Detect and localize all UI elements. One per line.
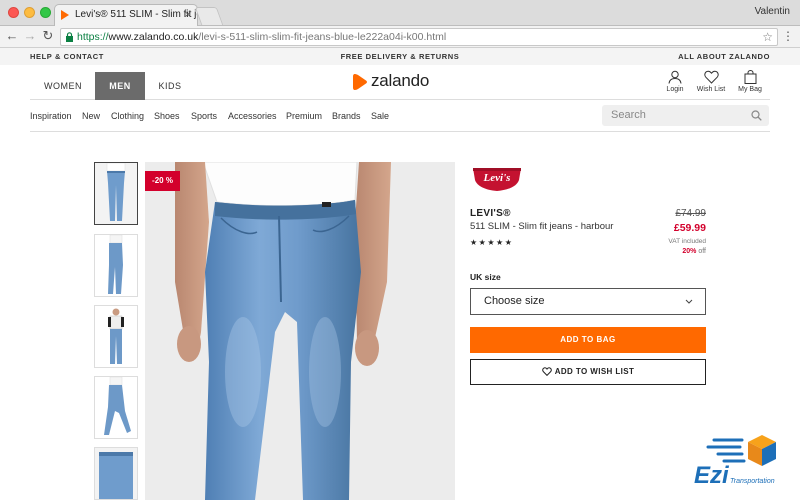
back-arrow-icon[interactable]: ← xyxy=(4,28,20,44)
lock-icon xyxy=(66,32,73,42)
reload-icon[interactable]: ↻ xyxy=(40,28,56,44)
watermark-tagline: Transportation xyxy=(730,478,775,485)
bag-label: My Bag xyxy=(738,86,762,93)
model-wearing-jeans-image xyxy=(145,162,455,500)
bookmark-star-icon[interactable]: ☆ xyxy=(762,29,773,45)
new-tab-button[interactable] xyxy=(194,7,224,25)
forward-arrow-icon[interactable]: → xyxy=(22,28,38,44)
brand-logo[interactable]: Levi's xyxy=(471,166,523,192)
product-thumbnail[interactable] xyxy=(94,234,138,297)
wishlist-button[interactable]: Wish List xyxy=(696,70,726,93)
search-icon[interactable] xyxy=(751,110,762,121)
nav-inspiration[interactable]: Inspiration xyxy=(30,111,72,121)
minimize-window-button[interactable] xyxy=(24,7,35,18)
jeans-front-thumbnail-image xyxy=(95,163,137,224)
jeans-walking-thumbnail-image xyxy=(95,377,137,438)
zalando-favicon-icon xyxy=(61,10,69,20)
sale-price: £59.99 xyxy=(673,222,706,234)
size-placeholder: Choose size xyxy=(484,295,545,307)
url-protocol: https:// xyxy=(77,31,109,43)
nav-clothing[interactable]: Clothing xyxy=(111,111,144,121)
site-header: WOMEN MEN KIDS zalando Login Wish List M… xyxy=(30,65,770,100)
discount-badge: -20 % xyxy=(145,171,180,191)
watermark-brand: Ezi xyxy=(694,462,729,489)
heart-icon xyxy=(703,70,719,84)
browser-tab[interactable]: Levi's® 511 SLIM - Slim fit jeans × xyxy=(54,4,198,26)
heart-icon xyxy=(541,367,552,377)
brand-name[interactable]: LEVI'S® xyxy=(470,208,511,219)
size-select[interactable]: Choose size xyxy=(470,288,706,315)
vat-note: VAT included xyxy=(668,238,706,245)
zalando-logo-icon xyxy=(353,74,367,90)
url-field[interactable]: https://www.zalando.co.uk/levi-s-511-sli… xyxy=(60,28,778,46)
model-full-thumbnail-image xyxy=(95,306,137,367)
address-bar: ← → ↻ https://www.zalando.co.uk/levi-s-5… xyxy=(0,26,800,48)
nav-premium[interactable]: Premium xyxy=(286,111,322,121)
about-zalando-link[interactable]: ALL ABOUT ZALANDO xyxy=(678,48,770,65)
tab-title: Levi's® 511 SLIM - Slim fit jeans xyxy=(75,9,197,20)
nav-shoes[interactable]: Shoes xyxy=(154,111,180,121)
product-main-image[interactable] xyxy=(145,162,455,500)
add-to-wishlist-button[interactable]: ADD TO WISH LIST xyxy=(470,359,706,385)
maximize-window-button[interactable] xyxy=(40,7,51,18)
product-thumbnail[interactable] xyxy=(94,447,138,500)
watermark-logo: Ezi Transportation xyxy=(690,432,800,500)
nav-accessories[interactable]: Accessories xyxy=(228,111,277,121)
discount-note: 20% off xyxy=(682,248,706,255)
tab-women[interactable]: WOMEN xyxy=(30,72,96,100)
product-thumbnail[interactable] xyxy=(94,376,138,439)
add-to-wishlist-label: ADD TO WISH LIST xyxy=(554,367,635,376)
url-path: /levi-s-511-slim-slim-fit-jeans-blue-le2… xyxy=(198,31,447,43)
category-nav: Inspiration New Clothing Shoes Sports Ac… xyxy=(30,100,770,132)
size-label: UK size xyxy=(470,272,501,282)
tab-kids[interactable]: KIDS xyxy=(145,72,195,100)
browser-tab-bar: Levi's® 511 SLIM - Slim fit jeans × Vale… xyxy=(0,0,800,26)
rating-stars[interactable]: ★★★★★ xyxy=(470,238,513,247)
discount-word: off xyxy=(698,248,706,255)
product-title: 511 SLIM - Slim fit jeans - harbour xyxy=(470,221,614,232)
login-label: Login xyxy=(666,86,684,93)
browser-menu-icon[interactable]: ⋮ xyxy=(782,28,794,44)
product-thumbnail[interactable] xyxy=(94,305,138,368)
product-thumbnail[interactable] xyxy=(94,162,138,225)
service-strip: HELP & CONTACT FREE DELIVERY & RETURNS A… xyxy=(0,48,800,65)
jeans-side-thumbnail-image xyxy=(95,235,137,296)
discount-percent: 20% xyxy=(682,248,697,255)
nav-new[interactable]: New xyxy=(82,111,100,121)
tab-close-icon[interactable]: × xyxy=(185,5,191,25)
nav-brands[interactable]: Brands xyxy=(332,111,361,121)
brand-logo-text: Levi's xyxy=(483,172,511,184)
shopping-bag-icon xyxy=(744,70,756,84)
tab-men[interactable]: MEN xyxy=(95,72,145,100)
add-to-bag-button[interactable]: ADD TO BAG xyxy=(470,327,706,353)
search-input[interactable]: Search xyxy=(602,105,769,126)
profile-name[interactable]: Valentin xyxy=(755,6,790,17)
close-window-button[interactable] xyxy=(8,7,19,18)
bag-button[interactable]: My Bag xyxy=(735,70,765,93)
login-button[interactable]: Login xyxy=(660,70,690,93)
url-host: www.zalando.co.uk xyxy=(108,31,199,43)
user-icon xyxy=(668,70,682,84)
jeans-detail-thumbnail-image xyxy=(95,448,137,499)
search-placeholder: Search xyxy=(611,109,646,121)
nav-sports[interactable]: Sports xyxy=(191,111,217,121)
nav-sale[interactable]: Sale xyxy=(371,111,389,121)
wishlist-label: Wish List xyxy=(696,86,726,93)
original-price: £74.99 xyxy=(675,208,706,219)
chevron-down-icon xyxy=(685,289,693,324)
logo-text: zalando xyxy=(371,71,430,90)
levis-batwing-logo-icon: Levi's xyxy=(473,168,521,191)
